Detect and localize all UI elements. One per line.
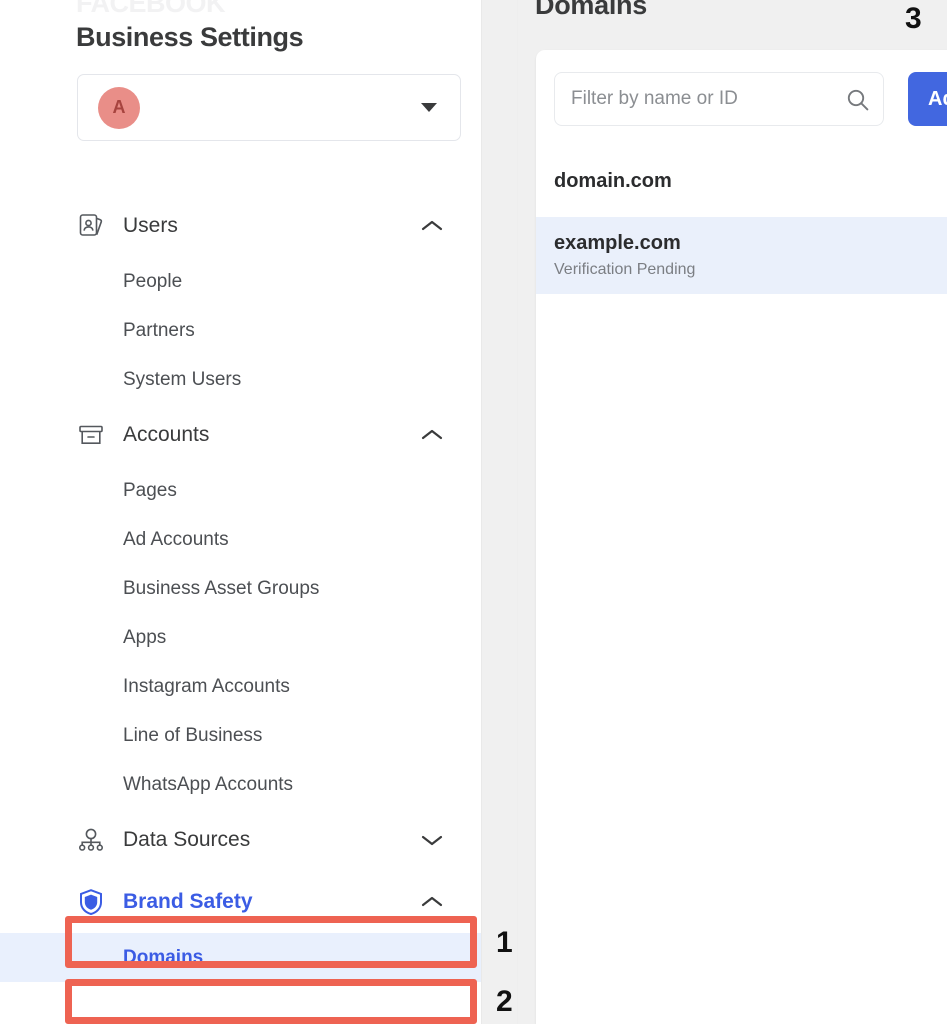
sidebar-item-people[interactable]: People bbox=[0, 257, 481, 306]
shield-icon bbox=[76, 887, 106, 917]
chevron-down-icon[interactable] bbox=[421, 833, 443, 847]
sidebar: FACEBOOK Business Settings A Users Peopl… bbox=[0, 0, 481, 1024]
annotation-number-2: 2 bbox=[496, 985, 513, 1018]
chevron-up-icon[interactable] bbox=[421, 428, 443, 442]
archive-box-icon bbox=[76, 420, 106, 450]
sidebar-group-label: Brand Safety bbox=[123, 890, 253, 913]
sidebar-item-line-of-business[interactable]: Line of Business bbox=[0, 711, 481, 760]
avatar: A bbox=[98, 86, 140, 129]
sidebar-item-domains[interactable]: Domains bbox=[0, 933, 481, 982]
facebook-wordmark: FACEBOOK bbox=[76, 0, 226, 18]
list-item[interactable]: example.com Verification Pending bbox=[536, 217, 947, 294]
page-title: Business Settings bbox=[76, 22, 304, 52]
search-input[interactable] bbox=[554, 72, 884, 126]
sidebar-item-apps[interactable]: Apps bbox=[0, 613, 481, 662]
annotation-number-1: 1 bbox=[496, 926, 513, 959]
sidebar-nav: Users People Partners System Users Accou… bbox=[0, 195, 481, 982]
domain-name: example.com bbox=[554, 232, 681, 254]
sidebar-item-pages[interactable]: Pages bbox=[0, 466, 481, 515]
filter-row bbox=[554, 72, 884, 126]
sidebar-item-instagram-accounts[interactable]: Instagram Accounts bbox=[0, 662, 481, 711]
sidebar-group-users[interactable]: Users bbox=[0, 195, 481, 257]
chevron-up-icon[interactable] bbox=[421, 219, 443, 233]
sidebar-item-system-users[interactable]: System Users bbox=[0, 355, 481, 404]
sidebar-item-whatsapp-accounts[interactable]: WhatsApp Accounts bbox=[0, 760, 481, 809]
annotation-box-2 bbox=[65, 979, 477, 1024]
annotation-number-3: 3 bbox=[905, 2, 922, 35]
sidebar-group-accounts[interactable]: Accounts bbox=[0, 404, 481, 466]
id-card-icon bbox=[76, 211, 106, 241]
business-selector[interactable]: A bbox=[77, 74, 461, 141]
panel-gutter bbox=[481, 0, 518, 1024]
main-heading: Domains bbox=[535, 0, 647, 20]
network-nodes-icon bbox=[76, 825, 106, 855]
sidebar-group-label: Users bbox=[123, 214, 178, 237]
sidebar-group-data-sources[interactable]: Data Sources bbox=[0, 809, 481, 871]
sidebar-group-label: Data Sources bbox=[123, 828, 251, 851]
chevron-down-icon bbox=[421, 103, 437, 112]
status-badge: Verification Pending bbox=[554, 261, 696, 278]
add-button[interactable]: Add bbox=[908, 72, 947, 126]
chevron-up-icon[interactable] bbox=[421, 895, 443, 909]
business-settings-screen: FACEBOOK Business Settings A Users Peopl… bbox=[0, 0, 947, 1024]
sidebar-item-ad-accounts[interactable]: Ad Accounts bbox=[0, 515, 481, 564]
domain-list: domain.com example.com Verification Pend… bbox=[536, 153, 947, 294]
main-panel: Domains Add domain.com example.com bbox=[518, 0, 947, 1024]
domains-card: Add domain.com example.com Verification … bbox=[536, 50, 947, 1024]
sidebar-group-brand-safety[interactable]: Brand Safety bbox=[0, 871, 481, 933]
sidebar-item-partners[interactable]: Partners bbox=[0, 306, 481, 355]
sidebar-item-business-asset-groups[interactable]: Business Asset Groups bbox=[0, 564, 481, 613]
list-item[interactable]: domain.com bbox=[536, 153, 947, 217]
domain-name: domain.com bbox=[554, 170, 672, 192]
sidebar-group-label: Accounts bbox=[123, 423, 210, 446]
